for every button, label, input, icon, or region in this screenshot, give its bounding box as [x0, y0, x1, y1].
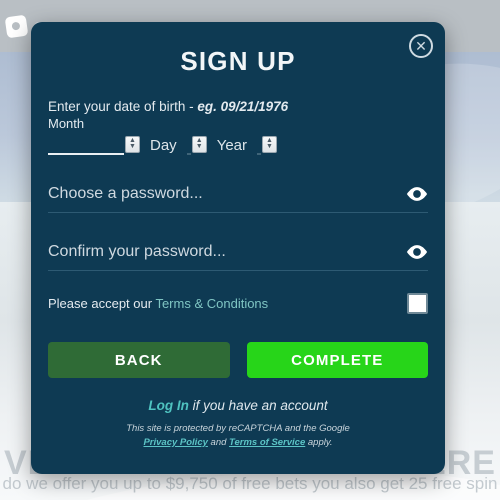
eye-icon[interactable] — [406, 245, 428, 259]
action-buttons: BACK COMPLETE — [48, 342, 428, 378]
day-stepper[interactable]: ▲ ▼ — [191, 135, 207, 153]
month-input[interactable] — [48, 133, 124, 155]
terms-of-service-link[interactable]: Terms of Service — [229, 437, 305, 448]
terms-prefix: Please accept our — [48, 296, 156, 311]
recaptcha-suffix: apply. — [305, 436, 333, 448]
close-icon[interactable]: ✕ — [409, 34, 433, 58]
signup-modal: ✕ SIGN UP Enter your date of birth - eg.… — [31, 22, 445, 474]
terms-checkbox[interactable] — [407, 293, 428, 314]
recaptcha-line1: This site is protected by reCAPTCHA and … — [126, 423, 350, 434]
back-button[interactable]: BACK — [48, 342, 230, 378]
day-input[interactable] — [186, 133, 191, 155]
day-label: Day — [150, 137, 177, 154]
year-field[interactable]: ▲ ▼ — [257, 133, 277, 155]
stepper-down-icon: ▼ — [266, 143, 273, 150]
recaptcha-and: and — [207, 436, 230, 448]
page-title: SIGN UP — [180, 46, 296, 76]
login-link[interactable]: Log In — [148, 398, 189, 413]
confirm-password-input[interactable] — [48, 243, 406, 261]
terms-and-conditions-link[interactable]: Terms & Conditions — [155, 296, 268, 311]
month-stepper[interactable]: ▲ ▼ — [125, 135, 140, 153]
password-field[interactable] — [48, 185, 428, 213]
complete-button[interactable]: COMPLETE — [246, 342, 428, 378]
year-stepper[interactable]: ▲ ▼ — [262, 135, 277, 153]
day-field[interactable]: ▲ ▼ — [186, 133, 207, 155]
promo-text: do we offer you up to $9,750 of free bet… — [2, 474, 498, 493]
month-field[interactable]: ▲ ▼ — [48, 133, 140, 155]
password-input[interactable] — [48, 185, 406, 203]
dob-fields: ▲ ▼ Day ▲ ▼ Year ▲ ▼ — [48, 133, 428, 155]
tag-icon — [4, 14, 29, 38]
stepper-down-icon: ▼ — [129, 143, 136, 150]
year-label: Year — [216, 137, 247, 154]
dob-instruction-text: Enter your date of birth - — [48, 99, 198, 114]
dob-example: eg. 09/21/1976 — [197, 99, 289, 114]
month-label: Month — [48, 116, 85, 131]
login-prompt-text: if you have an account — [188, 398, 328, 413]
confirm-password-field[interactable] — [48, 243, 428, 271]
privacy-policy-link[interactable]: Privacy Policy — [143, 437, 207, 448]
year-input[interactable] — [257, 133, 261, 155]
dob-instruction: Enter your date of birth - eg. 09/21/197… — [48, 99, 428, 114]
terms-row: Please accept our Terms & Conditions — [48, 293, 428, 314]
terms-text: Please accept our Terms & Conditions — [48, 296, 268, 311]
login-prompt: Log In if you have an account — [48, 398, 428, 413]
stepper-down-icon: ▼ — [195, 143, 203, 150]
recaptcha-disclaimer: This site is protected by reCAPTCHA and … — [48, 422, 428, 450]
eye-icon[interactable] — [406, 187, 428, 201]
